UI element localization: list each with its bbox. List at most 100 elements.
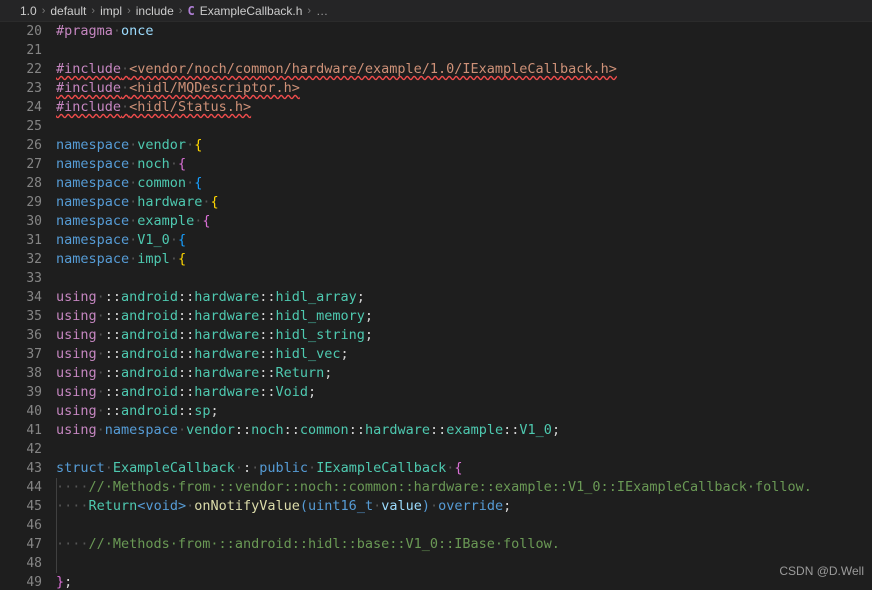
code-line[interactable]: 42 — [0, 440, 872, 459]
code-line[interactable]: 46 — [0, 516, 872, 535]
code-line[interactable]: 35 using·::android::hardware::hidl_memory… — [0, 307, 872, 326]
line-number: 38 — [26, 366, 42, 381]
line-content[interactable]: ····//·Methods·from·::android::hidl::bas… — [56, 535, 872, 554]
code-line[interactable]: 40 using·::android::sp; — [0, 402, 872, 421]
code-line[interactable]: 23 #include·<hidl/MQDescriptor.h> — [0, 79, 872, 98]
code-line[interactable]: 27 namespace·noch·{ — [0, 155, 872, 174]
line-content[interactable] — [56, 41, 872, 60]
line-number: 31 — [26, 233, 42, 248]
chevron-right-icon: › — [127, 4, 131, 17]
line-content[interactable]: #include·<hidl/MQDescriptor.h> — [56, 79, 872, 98]
line-number: 46 — [26, 518, 42, 533]
code-line[interactable]: 32 namespace·impl·{ — [0, 250, 872, 269]
line-content[interactable]: namespace·noch·{ — [56, 155, 872, 174]
line-content[interactable]: using·namespace·vendor::noch::common::ha… — [56, 421, 872, 440]
watermark-text: CSDN @D.Well — [779, 564, 864, 578]
line-content[interactable]: namespace·example·{ — [56, 212, 872, 231]
line-content[interactable]: #pragma·once — [56, 22, 872, 41]
line-number: 39 — [26, 385, 42, 400]
line-number: 41 — [26, 423, 42, 438]
line-number: 37 — [26, 347, 42, 362]
line-content[interactable]: namespace·V1_0·{ — [56, 231, 872, 250]
line-content[interactable]: using·::android::hardware::hidl_vec; — [56, 345, 872, 364]
line-content[interactable]: #include·<vendor/noch/common/hardware/ex… — [56, 60, 872, 79]
code-line[interactable]: 21 — [0, 41, 872, 60]
line-number: 48 — [26, 556, 42, 571]
indent-guide — [56, 554, 57, 573]
indent-guide — [56, 535, 57, 554]
line-number: 43 — [26, 461, 42, 476]
line-content[interactable]: #include·<hidl/Status.h> — [56, 98, 872, 117]
line-content[interactable]: using·::android::hardware::hidl_array; — [56, 288, 872, 307]
code-line[interactable]: 28 namespace·common·{ — [0, 174, 872, 193]
line-number: 21 — [26, 43, 42, 58]
code-line[interactable]: 25 — [0, 117, 872, 136]
line-content[interactable]: ····Return<void>·onNotifyValue(uint16_t·… — [56, 497, 872, 516]
code-line[interactable]: 34 using·::android::hardware::hidl_array; — [0, 288, 872, 307]
line-number: 27 — [26, 157, 42, 172]
chevron-right-icon: › — [91, 4, 96, 17]
code-line[interactable]: 36 using·::android::hardware::hidl_string… — [0, 326, 872, 345]
line-content[interactable] — [56, 516, 872, 535]
code-line[interactable]: 29 namespace·hardware·{ — [0, 193, 872, 212]
line-content[interactable]: using·::android::hardware::Void; — [56, 383, 872, 402]
breadcrumb-overflow-ellipsis[interactable]: … — [316, 4, 328, 18]
code-line[interactable]: 24 #include·<hidl/Status.h> — [0, 98, 872, 117]
line-number: 20 — [26, 24, 42, 39]
code-line[interactable]: 20 #pragma·once — [0, 22, 872, 41]
code-lines-container[interactable]: 20 #pragma·once 21 22 #include·<vendor/noch/… — [0, 22, 872, 590]
code-line[interactable]: 43 struct·ExampleCallback·:·public·IExamp… — [0, 459, 872, 478]
line-number: 35 — [26, 309, 42, 324]
line-number: 36 — [26, 328, 42, 343]
code-line[interactable]: 30 namespace·example·{ — [0, 212, 872, 231]
code-editor[interactable]: 20 #pragma·once 21 22 #include·<vendor/noch/… — [0, 22, 872, 590]
line-content[interactable]: namespace·common·{ — [56, 174, 872, 193]
indent-guide — [56, 516, 57, 535]
line-content[interactable] — [56, 117, 872, 136]
line-number: 33 — [26, 271, 42, 286]
line-content[interactable]: namespace·hardware·{ — [56, 193, 872, 212]
line-content[interactable] — [56, 554, 872, 573]
code-line[interactable]: 47 ····//·Methods·from·::android::hidl::b… — [0, 535, 872, 554]
code-line[interactable]: 22 #include·<vendor/noch/common/hardware/… — [0, 60, 872, 79]
breadcrumb-item-include[interactable]: include — [136, 4, 174, 18]
code-line[interactable]: 37 using·::android::hardware::hidl_vec; — [0, 345, 872, 364]
code-line[interactable]: 48 — [0, 554, 872, 573]
code-line[interactable]: 39 using·::android::hardware::Void; — [0, 383, 872, 402]
line-number: 49 — [26, 575, 42, 590]
code-line[interactable]: 49}; — [0, 573, 872, 590]
line-number: 25 — [26, 119, 42, 134]
line-content[interactable]: struct·ExampleCallback·:·public·IExample… — [56, 459, 872, 478]
line-number: 26 — [26, 138, 42, 153]
breadcrumb-item-impl[interactable]: impl — [100, 4, 122, 18]
line-content[interactable]: }; — [56, 573, 872, 590]
code-line[interactable]: 26 namespace·vendor·{ — [0, 136, 872, 155]
line-number: 40 — [26, 404, 42, 419]
indent-guide — [56, 478, 57, 497]
breadcrumb-item-default[interactable]: default — [50, 4, 86, 18]
code-line[interactable]: 31 namespace·V1_0·{ — [0, 231, 872, 250]
line-number: 34 — [26, 290, 42, 305]
line-content[interactable]: using·::android::hardware::hidl_string; — [56, 326, 872, 345]
code-line[interactable]: 33 — [0, 269, 872, 288]
chevron-right-icon: › — [307, 4, 312, 17]
line-content[interactable]: using·::android::hardware::Return; — [56, 364, 872, 383]
breadcrumb-item-version[interactable]: 1.0 — [20, 4, 37, 18]
line-content[interactable]: ····//·Methods·from·::vendor::noch::comm… — [56, 478, 872, 497]
line-number: 29 — [26, 195, 42, 210]
line-content[interactable]: namespace·vendor·{ — [56, 136, 872, 155]
breadcrumb-item-file[interactable]: ExampleCallback.h — [200, 4, 303, 18]
line-number: 44 — [26, 480, 42, 495]
line-content[interactable]: using·::android::hardware::hidl_memory; — [56, 307, 872, 326]
code-line[interactable]: 45 ····Return<void>·onNotifyValue(uint16_… — [0, 497, 872, 516]
class-symbol-icon: C — [187, 3, 195, 18]
code-line[interactable]: 44 ····//·Methods·from·::vendor::noch::co… — [0, 478, 872, 497]
line-number: 42 — [26, 442, 42, 457]
line-content[interactable]: using·::android::sp; — [56, 402, 872, 421]
code-line[interactable]: 38 using·::android::hardware::Return; — [0, 364, 872, 383]
line-number: 28 — [26, 176, 42, 191]
line-content[interactable]: namespace·impl·{ — [56, 250, 872, 269]
code-line[interactable]: 41 using·namespace·vendor::noch::common::… — [0, 421, 872, 440]
line-content[interactable] — [56, 269, 872, 288]
line-content[interactable] — [56, 440, 872, 459]
